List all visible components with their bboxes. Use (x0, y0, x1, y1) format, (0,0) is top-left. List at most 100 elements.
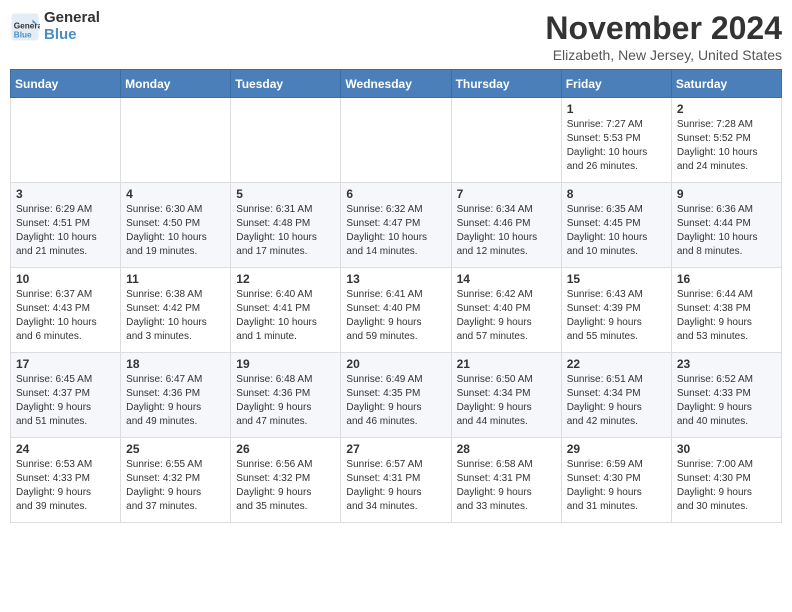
day-header-tuesday: Tuesday (231, 70, 341, 98)
location-subtitle: Elizabeth, New Jersey, United States (545, 47, 782, 63)
day-info: Sunrise: 6:44 AM Sunset: 4:38 PM Dayligh… (677, 288, 776, 344)
calendar-cell (231, 98, 341, 183)
day-number: 17 (16, 357, 115, 371)
day-info: Sunrise: 6:53 AM Sunset: 4:33 PM Dayligh… (16, 458, 115, 514)
day-number: 14 (457, 272, 556, 286)
day-info: Sunrise: 6:32 AM Sunset: 4:47 PM Dayligh… (346, 203, 445, 259)
day-info: Sunrise: 6:35 AM Sunset: 4:45 PM Dayligh… (567, 203, 666, 259)
day-header-monday: Monday (121, 70, 231, 98)
day-number: 5 (236, 187, 335, 201)
calendar-cell: 16 Sunrise: 6:44 AM Sunset: 4:38 PM Dayli… (671, 268, 781, 353)
calendar-cell (11, 98, 121, 183)
day-number: 12 (236, 272, 335, 286)
calendar-cell: 1 Sunrise: 7:27 AM Sunset: 5:53 PM Daylig… (561, 98, 671, 183)
calendar-cell: 21 Sunrise: 6:50 AM Sunset: 4:34 PM Dayli… (451, 353, 561, 438)
day-number: 10 (16, 272, 115, 286)
day-info: Sunrise: 6:36 AM Sunset: 4:44 PM Dayligh… (677, 203, 776, 259)
day-number: 19 (236, 357, 335, 371)
calendar-cell: 23 Sunrise: 6:52 AM Sunset: 4:33 PM Dayli… (671, 353, 781, 438)
day-header-wednesday: Wednesday (341, 70, 451, 98)
calendar-cell: 4 Sunrise: 6:30 AM Sunset: 4:50 PM Daylig… (121, 183, 231, 268)
day-number: 4 (126, 187, 225, 201)
day-info: Sunrise: 6:45 AM Sunset: 4:37 PM Dayligh… (16, 373, 115, 429)
day-header-thursday: Thursday (451, 70, 561, 98)
calendar-week-4: 17 Sunrise: 6:45 AM Sunset: 4:37 PM Dayli… (11, 353, 782, 438)
calendar-cell: 17 Sunrise: 6:45 AM Sunset: 4:37 PM Dayli… (11, 353, 121, 438)
day-number: 21 (457, 357, 556, 371)
day-info: Sunrise: 7:27 AM Sunset: 5:53 PM Dayligh… (567, 118, 666, 174)
day-number: 22 (567, 357, 666, 371)
calendar-cell: 19Sunrise: 6:48 AM Sunset: 4:36 PM Dayli… (231, 353, 341, 438)
day-info: Sunrise: 6:29 AM Sunset: 4:51 PM Dayligh… (16, 203, 115, 259)
calendar-cell: 25 Sunrise: 6:55 AM Sunset: 4:32 PM Dayli… (121, 438, 231, 523)
day-number: 2 (677, 102, 776, 116)
calendar-cell: 27 Sunrise: 6:57 AM Sunset: 4:31 PM Dayli… (341, 438, 451, 523)
day-info: Sunrise: 6:38 AM Sunset: 4:42 PM Dayligh… (126, 288, 225, 344)
day-number: 6 (346, 187, 445, 201)
calendar-header-row: SundayMondayTuesdayWednesdayThursdayFrid… (11, 70, 782, 98)
day-number: 30 (677, 442, 776, 456)
calendar-cell: 15 Sunrise: 6:43 AM Sunset: 4:39 PM Dayli… (561, 268, 671, 353)
day-info: Sunrise: 6:34 AM Sunset: 4:46 PM Dayligh… (457, 203, 556, 259)
day-info: Sunrise: 6:37 AM Sunset: 4:43 PM Dayligh… (16, 288, 115, 344)
day-number: 23 (677, 357, 776, 371)
calendar-cell: 2 Sunrise: 7:28 AM Sunset: 5:52 PM Daylig… (671, 98, 781, 183)
calendar-cell: 18 Sunrise: 6:47 AM Sunset: 4:36 PM Dayli… (121, 353, 231, 438)
logo: General Blue General Blue (10, 10, 100, 43)
day-info: Sunrise: 7:00 AM Sunset: 4:30 PM Dayligh… (677, 458, 776, 514)
day-number: 16 (677, 272, 776, 286)
page-header: General Blue General Blue November 2024 … (10, 10, 782, 63)
day-number: 28 (457, 442, 556, 456)
day-info: Sunrise: 6:43 AM Sunset: 4:39 PM Dayligh… (567, 288, 666, 344)
day-number: 1 (567, 102, 666, 116)
day-number: 15 (567, 272, 666, 286)
calendar-cell: 3 Sunrise: 6:29 AM Sunset: 4:51 PM Daylig… (11, 183, 121, 268)
calendar-week-2: 3 Sunrise: 6:29 AM Sunset: 4:51 PM Daylig… (11, 183, 782, 268)
day-number: 9 (677, 187, 776, 201)
day-header-sunday: Sunday (11, 70, 121, 98)
calendar-cell: 10 Sunrise: 6:37 AM Sunset: 4:43 PM Dayli… (11, 268, 121, 353)
calendar-table: SundayMondayTuesdayWednesdayThursdayFrid… (10, 69, 782, 523)
day-info: Sunrise: 6:55 AM Sunset: 4:32 PM Dayligh… (126, 458, 225, 514)
day-number: 18 (126, 357, 225, 371)
svg-text:General: General (14, 21, 40, 30)
day-number: 29 (567, 442, 666, 456)
day-header-friday: Friday (561, 70, 671, 98)
calendar-cell (341, 98, 451, 183)
day-number: 8 (567, 187, 666, 201)
calendar-cell: 22Sunrise: 6:51 AM Sunset: 4:34 PM Dayli… (561, 353, 671, 438)
day-number: 27 (346, 442, 445, 456)
calendar-week-3: 10 Sunrise: 6:37 AM Sunset: 4:43 PM Dayli… (11, 268, 782, 353)
day-info: Sunrise: 6:59 AM Sunset: 4:30 PM Dayligh… (567, 458, 666, 514)
calendar-cell: 30 Sunrise: 7:00 AM Sunset: 4:30 PM Dayli… (671, 438, 781, 523)
day-number: 3 (16, 187, 115, 201)
day-info: Sunrise: 6:47 AM Sunset: 4:36 PM Dayligh… (126, 373, 225, 429)
day-info: Sunrise: 6:40 AM Sunset: 4:41 PM Dayligh… (236, 288, 335, 344)
calendar-cell: 7 Sunrise: 6:34 AM Sunset: 4:46 PM Daylig… (451, 183, 561, 268)
calendar-cell (451, 98, 561, 183)
calendar-cell: 6 Sunrise: 6:32 AM Sunset: 4:47 PM Daylig… (341, 183, 451, 268)
day-info: Sunrise: 6:52 AM Sunset: 4:33 PM Dayligh… (677, 373, 776, 429)
calendar-cell (121, 98, 231, 183)
day-number: 13 (346, 272, 445, 286)
calendar-cell: 24 Sunrise: 6:53 AM Sunset: 4:33 PM Dayli… (11, 438, 121, 523)
day-number: 24 (16, 442, 115, 456)
calendar-cell: 9 Sunrise: 6:36 AM Sunset: 4:44 PM Daylig… (671, 183, 781, 268)
day-info: Sunrise: 6:41 AM Sunset: 4:40 PM Dayligh… (346, 288, 445, 344)
day-info: Sunrise: 6:58 AM Sunset: 4:31 PM Dayligh… (457, 458, 556, 514)
day-info: Sunrise: 6:56 AM Sunset: 4:32 PM Dayligh… (236, 458, 335, 514)
day-info: Sunrise: 6:57 AM Sunset: 4:31 PM Dayligh… (346, 458, 445, 514)
calendar-week-5: 24 Sunrise: 6:53 AM Sunset: 4:33 PM Dayli… (11, 438, 782, 523)
day-number: 20 (346, 357, 445, 371)
month-title: November 2024 (545, 10, 782, 47)
day-info: Sunrise: 6:49 AM Sunset: 4:35 PM Dayligh… (346, 373, 445, 429)
day-info: Sunrise: 7:28 AM Sunset: 5:52 PM Dayligh… (677, 118, 776, 174)
day-number: 25 (126, 442, 225, 456)
day-header-saturday: Saturday (671, 70, 781, 98)
logo-text: General Blue (44, 10, 100, 43)
day-number: 7 (457, 187, 556, 201)
day-info: Sunrise: 6:30 AM Sunset: 4:50 PM Dayligh… (126, 203, 225, 259)
calendar-cell: 8 Sunrise: 6:35 AM Sunset: 4:45 PM Daylig… (561, 183, 671, 268)
calendar-cell: 12 Sunrise: 6:40 AM Sunset: 4:41 PM Dayli… (231, 268, 341, 353)
day-info: Sunrise: 6:50 AM Sunset: 4:34 PM Dayligh… (457, 373, 556, 429)
